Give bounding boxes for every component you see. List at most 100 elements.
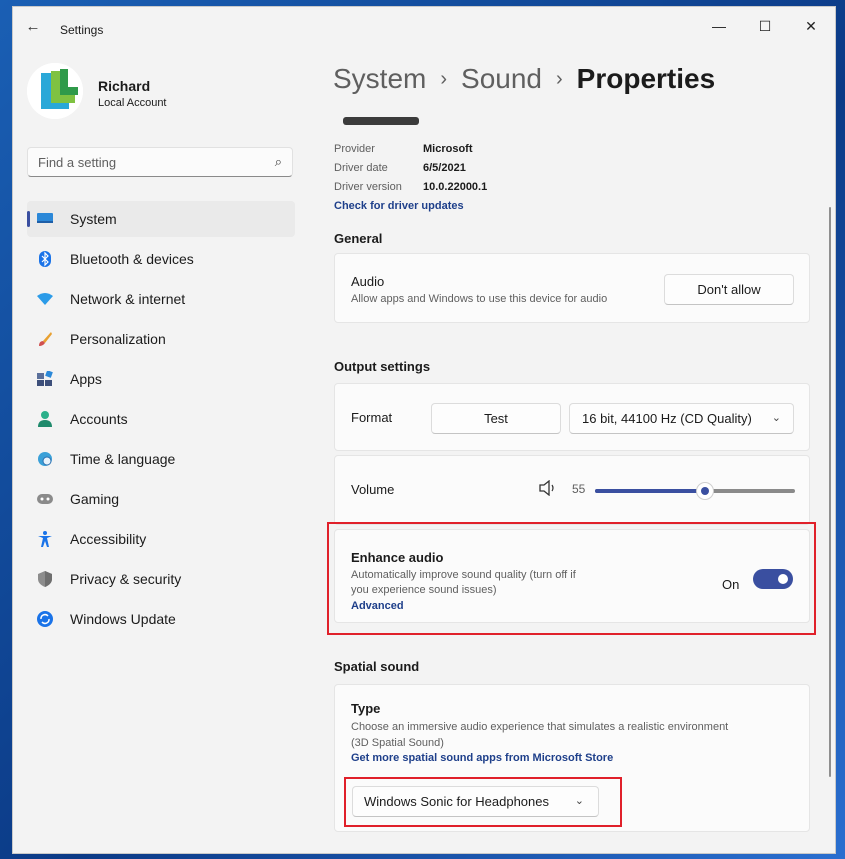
sidebar-item-label: Accessibility <box>70 531 147 547</box>
wifi-icon <box>37 291 53 307</box>
audio-title: Audio <box>351 274 385 289</box>
breadcrumb-system[interactable]: System <box>333 63 426 94</box>
format-card: Format Test 16 bit, 44100 Hz (CD Quality… <box>334 383 810 451</box>
output-settings-heading: Output settings <box>334 359 431 374</box>
bluetooth-icon <box>37 251 53 267</box>
sidebar-item-label: Accounts <box>70 411 128 427</box>
sidebar-item-bluetooth[interactable]: Bluetooth & devices <box>27 241 295 277</box>
close-icon: ✕ <box>805 18 817 34</box>
brush-icon <box>37 331 53 347</box>
enhance-audio-toggle[interactable] <box>753 569 793 589</box>
speaker-icon[interactable] <box>539 479 557 501</box>
breadcrumb: System › Sound › Properties <box>333 63 715 95</box>
globe-clock-icon <box>37 451 53 467</box>
volume-slider[interactable] <box>595 482 795 500</box>
sidebar-item-gaming[interactable]: Gaming <box>27 481 295 517</box>
volume-card: Volume 55 <box>334 455 810 525</box>
breadcrumb-sound[interactable]: Sound <box>461 63 542 94</box>
format-label: Format <box>351 410 393 425</box>
enhance-audio-card: Enhance audio Automatically improve soun… <box>334 529 810 623</box>
sidebar-item-windows-update[interactable]: Windows Update <box>27 601 295 637</box>
sidebar-item-label: System <box>70 211 117 227</box>
spatial-selected-value: Windows Sonic for Headphones <box>364 794 549 809</box>
spatial-store-link[interactable]: Get more spatial sound apps from Microso… <box>351 752 613 764</box>
provider-value: Microsoft <box>423 143 473 155</box>
format-dropdown[interactable]: 16 bit, 44100 Hz (CD Quality) ⌄ <box>569 403 794 434</box>
back-button[interactable]: ← <box>21 17 45 37</box>
sidebar-item-label: Apps <box>70 371 102 387</box>
sidebar-item-label: Time & language <box>70 451 176 467</box>
enhance-audio-description-2: you experience sound issues) <box>351 584 497 596</box>
sidebar-item-label: Gaming <box>70 491 120 507</box>
driver-version-label: Driver version <box>334 181 402 193</box>
search-input[interactable] <box>28 148 278 176</box>
audio-description: Allow apps and Windows to use this devic… <box>351 293 608 305</box>
spatial-sound-heading: Spatial sound <box>334 659 420 674</box>
sidebar-item-accessibility[interactable]: Accessibility <box>27 521 295 557</box>
avatar-logo-icon <box>27 63 83 119</box>
sidebar-item-apps[interactable]: Apps <box>27 361 295 397</box>
spatial-description-1: Choose an immersive audio experience tha… <box>351 721 729 733</box>
driver-version-value: 10.0.22000.1 <box>423 181 488 193</box>
account-type: Local Account <box>98 97 167 109</box>
page-title: Properties <box>576 63 716 94</box>
avatar[interactable] <box>27 63 83 119</box>
chevron-right-icon: › <box>556 68 563 90</box>
sidebar-item-time-language[interactable]: Time & language <box>27 441 295 477</box>
enhance-state-label: On <box>722 577 740 592</box>
chevron-down-icon: ⌄ <box>771 412 781 424</box>
volume-label: Volume <box>351 482 395 497</box>
sidebar-item-label: Windows Update <box>70 611 176 627</box>
user-name: Richard <box>98 78 151 94</box>
volume-slider-thumb[interactable] <box>696 482 714 500</box>
format-selected-value: 16 bit, 44100 Hz (CD Quality) <box>582 411 752 426</box>
enhance-audio-title: Enhance audio <box>351 550 444 565</box>
sidebar-item-label: Privacy & security <box>70 571 182 587</box>
provider-label: Provider <box>334 143 375 155</box>
accessibility-icon <box>37 531 53 547</box>
apps-icon <box>37 371 53 387</box>
spatial-type-title: Type <box>351 701 381 716</box>
chevron-right-icon: › <box>440 68 448 90</box>
chevron-down-icon: ⌄ <box>574 795 584 807</box>
scrollbar[interactable] <box>829 207 831 777</box>
settings-window: ← Settings — ☐ ✕ Richard Local Account ⌕… <box>12 6 836 854</box>
sidebar-item-system[interactable]: System <box>27 201 295 237</box>
spatial-description-2: (3D Spatial Sound) <box>351 737 444 749</box>
sidebar-item-personalization[interactable]: Personalization <box>27 321 295 357</box>
shield-icon <box>37 571 53 587</box>
title-bar: ← Settings — ☐ ✕ <box>13 7 835 45</box>
sidebar-item-privacy[interactable]: Privacy & security <box>27 561 295 597</box>
general-heading: General <box>334 231 383 246</box>
app-title: Settings <box>60 23 104 37</box>
monitor-icon <box>37 211 53 227</box>
sidebar-item-network[interactable]: Network & internet <box>27 281 295 317</box>
spatial-type-card: Type Choose an immersive audio experienc… <box>334 684 810 832</box>
sidebar-item-label: Personalization <box>70 331 166 347</box>
enhance-audio-description-1: Automatically improve sound quality (tur… <box>351 569 576 581</box>
maximize-icon: ☐ <box>758 18 772 34</box>
advanced-link[interactable]: Advanced <box>351 600 404 612</box>
dont-allow-button[interactable]: Don't allow <box>664 274 794 305</box>
person-icon <box>37 411 53 427</box>
device-image <box>343 117 419 125</box>
update-icon <box>37 611 53 627</box>
volume-slider-fill <box>595 489 705 493</box>
close-button[interactable]: ✕ <box>788 13 834 39</box>
search-box[interactable]: ⌕ <box>27 147 293 177</box>
sidebar-item-label: Bluetooth & devices <box>70 251 194 267</box>
minimize-icon: — <box>712 18 726 34</box>
gamepad-icon <box>37 491 53 507</box>
minimize-button[interactable]: — <box>696 13 742 39</box>
test-button[interactable]: Test <box>431 403 561 434</box>
spatial-sound-dropdown[interactable]: Windows Sonic for Headphones ⌄ <box>352 786 599 817</box>
search-icon[interactable]: ⌕ <box>275 154 282 170</box>
arrow-left-icon: ← <box>25 18 41 35</box>
maximize-button[interactable]: ☐ <box>742 13 788 39</box>
check-driver-updates-link[interactable]: Check for driver updates <box>334 200 464 212</box>
sidebar-nav: System Bluetooth & devices Network & int… <box>27 201 295 641</box>
audio-card: Audio Allow apps and Windows to use this… <box>334 253 810 323</box>
volume-value: 55 <box>572 482 586 496</box>
driver-date-value: 6/5/2021 <box>423 162 466 174</box>
sidebar-item-accounts[interactable]: Accounts <box>27 401 295 437</box>
